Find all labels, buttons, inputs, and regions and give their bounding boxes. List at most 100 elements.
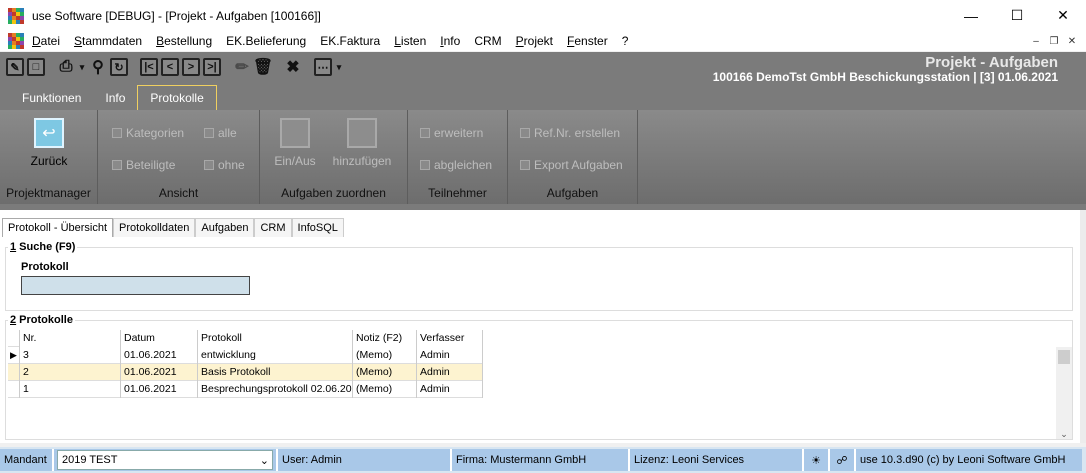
window-title: use Software [DEBUG] - [Projekt - Aufgab… [32, 8, 321, 23]
minimize-button[interactable]: — [948, 0, 994, 31]
pen-icon[interactable]: ✏ [233, 58, 251, 76]
menu-crm[interactable]: CRM [474, 34, 501, 48]
mandant-section: 2019 TEST ⌄ [54, 449, 278, 471]
sun-icon[interactable]: ☀ [804, 449, 830, 471]
user-status: User: Admin [278, 449, 452, 471]
group-label-ansicht: Ansicht [158, 186, 199, 200]
erweitern-icon [420, 128, 430, 138]
back-label: Zurück [30, 154, 68, 168]
firma-status: Firma: Mustermann GmbH [452, 449, 630, 471]
last-record-icon[interactable]: >| [203, 58, 221, 76]
menu-ek-belieferung[interactable]: EK.Belieferung [226, 34, 306, 48]
mdi-restore-icon[interactable]: ❐ [1046, 33, 1062, 49]
grid-header: Nr. Datum Protokoll Notiz (F2) Verfasser [8, 329, 483, 347]
tab-infosql[interactable]: InfoSQL [291, 218, 344, 237]
protokoll-search-input[interactable] [21, 276, 250, 295]
more-dropdown-icon[interactable]: ▾ [335, 58, 343, 76]
group-label-projektmanager: Projektmanager [6, 186, 91, 200]
status-bar: Mandant 2019 TEST ⌄ User: Admin Firma: M… [0, 447, 1086, 473]
export-aufgaben-button[interactable]: Export Aufgaben [520, 158, 623, 172]
group-label-teilnehmer: Teilnehmer [428, 186, 487, 200]
abgleichen-icon [420, 160, 430, 170]
kategorien-icon [112, 128, 122, 138]
beteiligte-icon [112, 160, 122, 170]
cancel-icon[interactable]: ✖ [284, 58, 302, 76]
menu-help[interactable]: ? [622, 34, 629, 48]
print-dropdown-icon[interactable]: ▾ [78, 58, 86, 76]
mandant-select[interactable]: 2019 TEST ⌄ [57, 450, 273, 470]
col-nr[interactable]: Nr. [20, 329, 121, 347]
close-button[interactable]: ✕ [1040, 0, 1086, 31]
menu-stammdaten[interactable]: Stammdaten [74, 34, 142, 48]
menu-listen[interactable]: Listen [394, 34, 426, 48]
menu-info[interactable]: Info [440, 34, 460, 48]
page-subtitle: 100166 DemoTst GmbH Beschickungsstation … [712, 70, 1058, 84]
kategorien-button[interactable]: Kategorien [112, 126, 184, 140]
tab-protokolldaten[interactable]: Protokolldaten [113, 218, 196, 237]
menu-bestellung[interactable]: Bestellung [156, 34, 212, 48]
tab-funktionen[interactable]: Funktionen [10, 86, 93, 110]
first-record-icon[interactable]: |< [140, 58, 158, 76]
group-ansicht: Kategorien Beteiligte alle ohne Ansicht [98, 110, 260, 204]
group-aufgaben-zuordnen: Ein/Aus hinzufügen Aufgaben zuordnen [260, 110, 408, 204]
print-icon[interactable]: ⎙ [57, 58, 75, 76]
protokolle-grid: Nr. Datum Protokoll Notiz (F2) Verfasser… [8, 329, 483, 398]
grid-scrollbar[interactable]: ⌄ [1056, 347, 1072, 439]
tab-info[interactable]: Info [93, 86, 137, 110]
mdi-minimize-icon[interactable]: – [1028, 33, 1044, 49]
ohne-button[interactable]: ohne [204, 158, 245, 172]
group-label-aufgaben-zuordnen: Aufgaben zuordnen [281, 186, 386, 200]
quick-toolbar: ✎ □ ⎙ ▾ ⚲ ↻ |< < > >| ✏ 🗑 ✖ ⋯ ▾ [6, 58, 343, 76]
protokoll-label: Protokoll [21, 261, 69, 273]
add-list-icon [347, 118, 377, 148]
save-icon[interactable]: □ [27, 58, 45, 76]
menu-datei[interactable]: Datei [32, 34, 60, 48]
col-datum[interactable]: Datum [121, 329, 198, 347]
menu-fenster[interactable]: Fenster [567, 34, 608, 48]
chevron-down-icon: ⌄ [259, 454, 269, 467]
tab-protokolle[interactable]: Protokolle [137, 85, 217, 110]
col-protokoll[interactable]: Protokoll [198, 329, 353, 347]
search-icon[interactable]: ⚲ [89, 58, 107, 76]
next-record-icon[interactable]: > [182, 58, 200, 76]
back-button[interactable]: ↩ Zurück [24, 118, 74, 168]
mdi-close-icon[interactable]: ✕ [1064, 33, 1080, 49]
refnr-button[interactable]: Ref.Nr. erstellen [520, 126, 620, 140]
back-arrow-icon: ↩ [34, 118, 64, 148]
ribbon-tabs: Funktionen Info Protokolle [10, 85, 217, 110]
table-row[interactable]: 2 01.06.2021 Basis Protokoll (Memo) Admi… [8, 363, 483, 381]
menu-projekt[interactable]: Projekt [516, 34, 553, 48]
delete-icon[interactable]: 🗑 [253, 58, 273, 76]
list-panel-title: 2 Protokolle [8, 314, 75, 326]
refresh-icon[interactable]: ↻ [110, 58, 128, 76]
group-aufgaben: Ref.Nr. erstellen Export Aufgaben Aufgab… [508, 110, 638, 204]
tab-crm[interactable]: CRM [254, 218, 292, 237]
table-row[interactable]: ▶ 3 01.06.2021 entwicklung (Memo) Admin [8, 346, 483, 364]
col-notiz[interactable]: Notiz (F2) [353, 329, 417, 347]
tab-protokoll-uebersicht[interactable]: Protokoll - Übersicht [2, 218, 114, 237]
hinzufuegen-button[interactable]: hinzufügen [330, 118, 394, 168]
scroll-down-icon[interactable]: ⌄ [1056, 429, 1072, 439]
einaus-button[interactable]: Ein/Aus [272, 118, 318, 168]
connection-icon[interactable]: ☍ [830, 449, 856, 471]
maximize-button[interactable]: ☐ [994, 0, 1040, 31]
right-splitter[interactable] [1080, 210, 1086, 443]
edit-icon[interactable]: ✎ [6, 58, 24, 76]
subtabs: Protokoll - Übersicht Protokolldaten Auf… [2, 218, 344, 237]
abgleichen-button[interactable]: abgleichen [420, 158, 492, 172]
mdi-app-icon [8, 33, 24, 49]
group-label-aufgaben: Aufgaben [546, 186, 599, 200]
page-title: Projekt - Aufgaben [925, 54, 1058, 71]
scrollbar-thumb[interactable] [1058, 350, 1070, 364]
erweitern-button[interactable]: erweitern [420, 126, 483, 140]
export-icon [520, 160, 530, 170]
alle-button[interactable]: alle [204, 126, 237, 140]
prev-record-icon[interactable]: < [161, 58, 179, 76]
more-icon[interactable]: ⋯ [314, 58, 332, 76]
beteiligte-button[interactable]: Beteiligte [112, 158, 175, 172]
toolbar-area: ✎ □ ⎙ ▾ ⚲ ↻ |< < > >| ✏ 🗑 ✖ ⋯ ▾ Projekt … [0, 52, 1086, 210]
tab-aufgaben[interactable]: Aufgaben [195, 218, 255, 237]
menu-ek-faktura[interactable]: EK.Faktura [320, 34, 380, 48]
col-verfasser[interactable]: Verfasser [417, 329, 483, 347]
table-row[interactable]: 1 01.06.2021 Besprechungsprotokoll 02.06… [8, 380, 483, 398]
